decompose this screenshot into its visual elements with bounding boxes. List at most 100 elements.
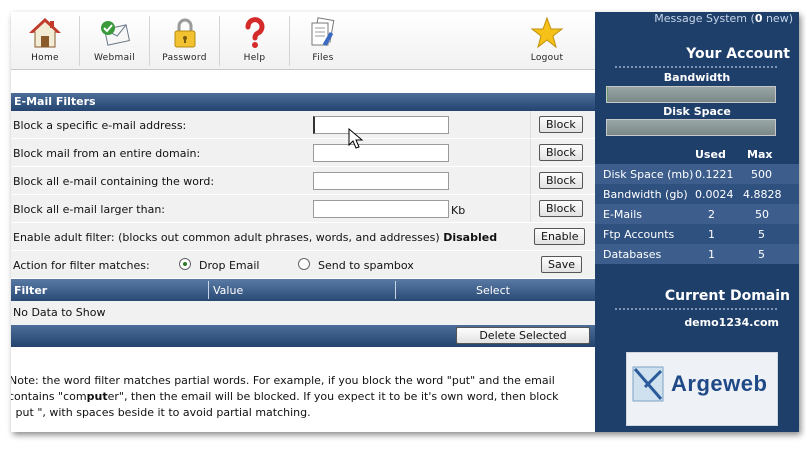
col-select-header: Select: [476, 284, 510, 297]
toolbar-logout-button[interactable]: Logout: [512, 12, 582, 70]
stats-used: 0.0024: [695, 188, 734, 201]
column-separator: [208, 281, 209, 299]
send-to-spambox-label: Send to spambox: [318, 259, 414, 272]
block-domain-button[interactable]: Block: [539, 144, 583, 161]
argeweb-logo-icon: [632, 366, 664, 402]
filter-size-label: Block all e-mail larger than:: [13, 203, 165, 216]
toolbar-help-label: Help: [243, 53, 266, 63]
delete-bar: Delete Selected: [11, 325, 595, 347]
stats-used: 0.1221: [695, 168, 734, 181]
toolbar-files-button[interactable]: Files: [290, 12, 356, 70]
stats-used: 1: [708, 248, 715, 261]
argeweb-logo-text: Argeweb: [671, 371, 768, 396]
block-size-input[interactable]: [313, 200, 449, 218]
bandwidth-meter: [606, 86, 776, 103]
webmail-icon: [100, 21, 130, 46]
stats-used-header: Used: [695, 148, 726, 161]
adult-filter-text: Enable adult filter: (blocks out common …: [13, 231, 440, 244]
block-size-button[interactable]: Block: [539, 200, 583, 217]
screenshot-frame: Home Webmail Password Help Files Logout …: [0, 0, 806, 452]
message-system-label: Message System (: [654, 12, 755, 25]
send-to-spambox-radio[interactable]: [298, 258, 310, 270]
message-system-suffix: new): [762, 12, 793, 25]
enable-adult-filter-button[interactable]: Enable: [534, 228, 586, 245]
account-sidebar: Message System (0 new) Your Account Band…: [595, 12, 799, 432]
col-filter-header: Filter: [14, 284, 48, 297]
cell-separator: [530, 195, 531, 222]
drop-email-label: Drop Email: [199, 259, 260, 272]
block-domain-input[interactable]: [313, 144, 449, 162]
block-word-input[interactable]: [313, 172, 449, 190]
toolbar-files-label: Files: [312, 53, 334, 63]
main-toolbar: Home Webmail Password Help Files Logout: [11, 12, 595, 70]
filter-word-label: Block all e-mail containing the word:: [13, 175, 215, 188]
block-address-input[interactable]: [313, 116, 449, 134]
filter-table-header: Filter Value Select: [11, 279, 595, 301]
stats-max: 500: [751, 168, 772, 181]
note-line-1: Note: the word filter matches partial wo…: [11, 374, 555, 387]
drop-email-radio[interactable]: [179, 258, 191, 270]
cell-separator: [530, 111, 531, 138]
word-filter-note: Note: the word filter matches partial wo…: [11, 373, 595, 421]
filter-table-empty: No Data to Show: [11, 301, 595, 325]
column-separator: [395, 281, 396, 299]
house-icon: [29, 18, 61, 48]
disk-space-label: Disk Space: [663, 105, 731, 118]
adult-filter-label: Enable adult filter: (blocks out common …: [13, 231, 497, 244]
stats-name: Ftp Accounts: [603, 228, 675, 241]
dotted-divider: [615, 308, 777, 310]
stats-row: Databases 1 5: [595, 244, 799, 264]
toolbar-spacer: [11, 71, 595, 93]
filter-action-row: Action for filter matches: Drop Email Se…: [11, 251, 595, 279]
stats-used: 1: [708, 228, 715, 241]
stats-max-header: Max: [747, 148, 773, 161]
size-unit-label: Kb: [451, 204, 466, 217]
note-line-2-end: er", then the email will be blocked. If …: [107, 390, 559, 403]
stats-name: Disk Space (mb): [603, 168, 694, 181]
stats-max: 4.8828: [743, 188, 782, 201]
toolbar-logout-label: Logout: [530, 53, 564, 63]
current-domain-title: Current Domain: [664, 288, 790, 304]
filter-address-label: Block a specific e-mail address:: [13, 119, 187, 132]
message-system-link[interactable]: Message System (0 new): [654, 12, 793, 25]
disk-space-meter: [606, 119, 776, 136]
toolbar-home-label: Home: [31, 53, 59, 63]
filter-row-address: Block a specific e-mail address: Block: [11, 111, 595, 139]
dotted-divider: [615, 66, 777, 68]
col-value-header: Value: [213, 284, 244, 297]
block-address-button[interactable]: Block: [539, 116, 583, 133]
adult-filter-status: Disabled: [443, 231, 498, 244]
files-icon: [311, 17, 335, 47]
toolbar-password-button[interactable]: Password: [150, 12, 219, 70]
stats-name: Bandwidth (gb): [603, 188, 688, 201]
argeweb-logo: Argeweb: [626, 352, 778, 426]
star-icon: [530, 16, 564, 49]
cell-separator: [530, 167, 531, 194]
filter-row-word: Block all e-mail containing the word: Bl…: [11, 167, 595, 195]
toolbar-webmail-button[interactable]: Webmail: [80, 12, 149, 70]
note-line-2: contains "computer", then the email will…: [11, 389, 595, 405]
toolbar-password-label: Password: [162, 53, 207, 63]
toolbar-help-button[interactable]: Help: [220, 12, 289, 70]
stats-used: 2: [708, 208, 715, 221]
note-line-2-bold: put: [86, 390, 108, 403]
your-account-title: Your Account: [686, 46, 790, 62]
toolbar-home-button[interactable]: Home: [11, 12, 79, 70]
filter-row-domain: Block mail from an entire domain: Block: [11, 139, 595, 167]
adult-filter-row: Enable adult filter: (blocks out common …: [11, 223, 595, 251]
stats-row: Disk Space (mb) 0.1221 500: [595, 164, 799, 184]
toolbar-webmail-label: Webmail: [93, 53, 135, 63]
delete-selected-button[interactable]: Delete Selected: [456, 327, 590, 344]
filter-action-label: Action for filter matches:: [13, 259, 150, 272]
stats-name: E-Mails: [603, 208, 642, 221]
current-domain-value: demo1234.com: [684, 316, 779, 329]
email-filters-panel: E-Mail Filters Block a specific e-mail a…: [11, 93, 595, 347]
stats-name: Databases: [603, 248, 662, 261]
stats-row: Bandwidth (gb) 0.0024 4.8828: [595, 184, 799, 204]
control-panel-window: Home Webmail Password Help Files Logout …: [11, 12, 799, 432]
filter-row-size: Block all e-mail larger than: Kb Block: [11, 195, 595, 223]
stats-max: 5: [758, 228, 765, 241]
save-action-button[interactable]: Save: [541, 256, 583, 273]
block-word-button[interactable]: Block: [539, 172, 583, 189]
mouse-cursor-icon: [348, 128, 364, 149]
